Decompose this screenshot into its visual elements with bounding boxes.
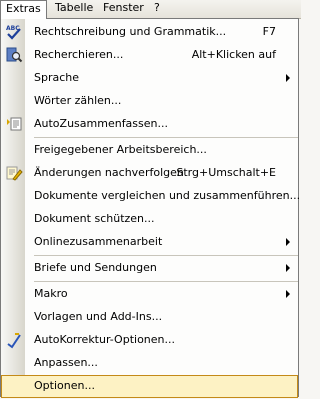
submenu-arrow-icon: [286, 238, 290, 246]
extras-dropdown-menu: ABC Rechtschreibung und Grammatik... F7 …: [0, 18, 300, 398]
menu-item-dokumente-vergleichen[interactable]: Dokumente vergleichen und zusammenführen…: [1, 185, 300, 208]
menu-separator: [34, 137, 298, 138]
menu-item-onlinezusammenarbeit[interactable]: Onlinezusammenarbeit: [1, 231, 298, 254]
menu-item-woerter-zaehlen[interactable]: Wörter zählen...: [1, 90, 298, 113]
research-icon: [5, 46, 23, 64]
submenu-arrow-icon: [286, 74, 290, 82]
menu-item-anpassen[interactable]: Anpassen...: [1, 352, 298, 375]
menu-item-briefe-und-sendungen[interactable]: Briefe und Sendungen: [1, 257, 298, 280]
menu-item-aenderungen-nachverfolgen[interactable]: Änderungen nachverfolgen Strg+Umschalt+E: [1, 162, 298, 185]
autosummary-icon: [5, 115, 23, 133]
menu-extras[interactable]: Extras: [0, 0, 47, 19]
menu-fenster[interactable]: Fenster: [98, 0, 149, 17]
menu-item-autokorrektur[interactable]: AutoKorrektur-Optionen...: [1, 329, 298, 352]
menu-item-vorlagen-addins[interactable]: Vorlagen und Add-Ins...: [1, 306, 298, 329]
menu-help[interactable]: ?: [149, 0, 165, 17]
submenu-arrow-icon: [286, 264, 290, 272]
spellcheck-icon: ABC: [5, 23, 23, 41]
menu-item-makro[interactable]: Makro: [1, 283, 298, 306]
menu-item-recherchieren[interactable]: Recherchieren... Alt+Klicken auf: [1, 44, 298, 67]
menu-item-optionen[interactable]: Optionen...: [1, 375, 298, 398]
menu-item-autozusammenfassen[interactable]: AutoZusammenfassen...: [1, 113, 298, 136]
submenu-arrow-icon: [286, 290, 290, 298]
menu-separator: [34, 281, 298, 282]
menu-item-dokument-schuetzen[interactable]: Dokument schützen...: [1, 208, 298, 231]
menu-bar: Extras Tabelle Fenster ?: [0, 0, 301, 19]
menu-tabelle[interactable]: Tabelle: [50, 0, 98, 17]
menu-item-arbeitsbereich[interactable]: Freigegebener Arbeitsbereich...: [1, 139, 298, 162]
menu-item-rechtschreibung[interactable]: ABC Rechtschreibung und Grammatik... F7: [1, 21, 298, 44]
menu-separator: [34, 255, 298, 256]
menu-item-sprache[interactable]: Sprache: [1, 67, 298, 90]
track-changes-icon: [5, 164, 23, 182]
autocorrect-icon: [5, 331, 23, 349]
